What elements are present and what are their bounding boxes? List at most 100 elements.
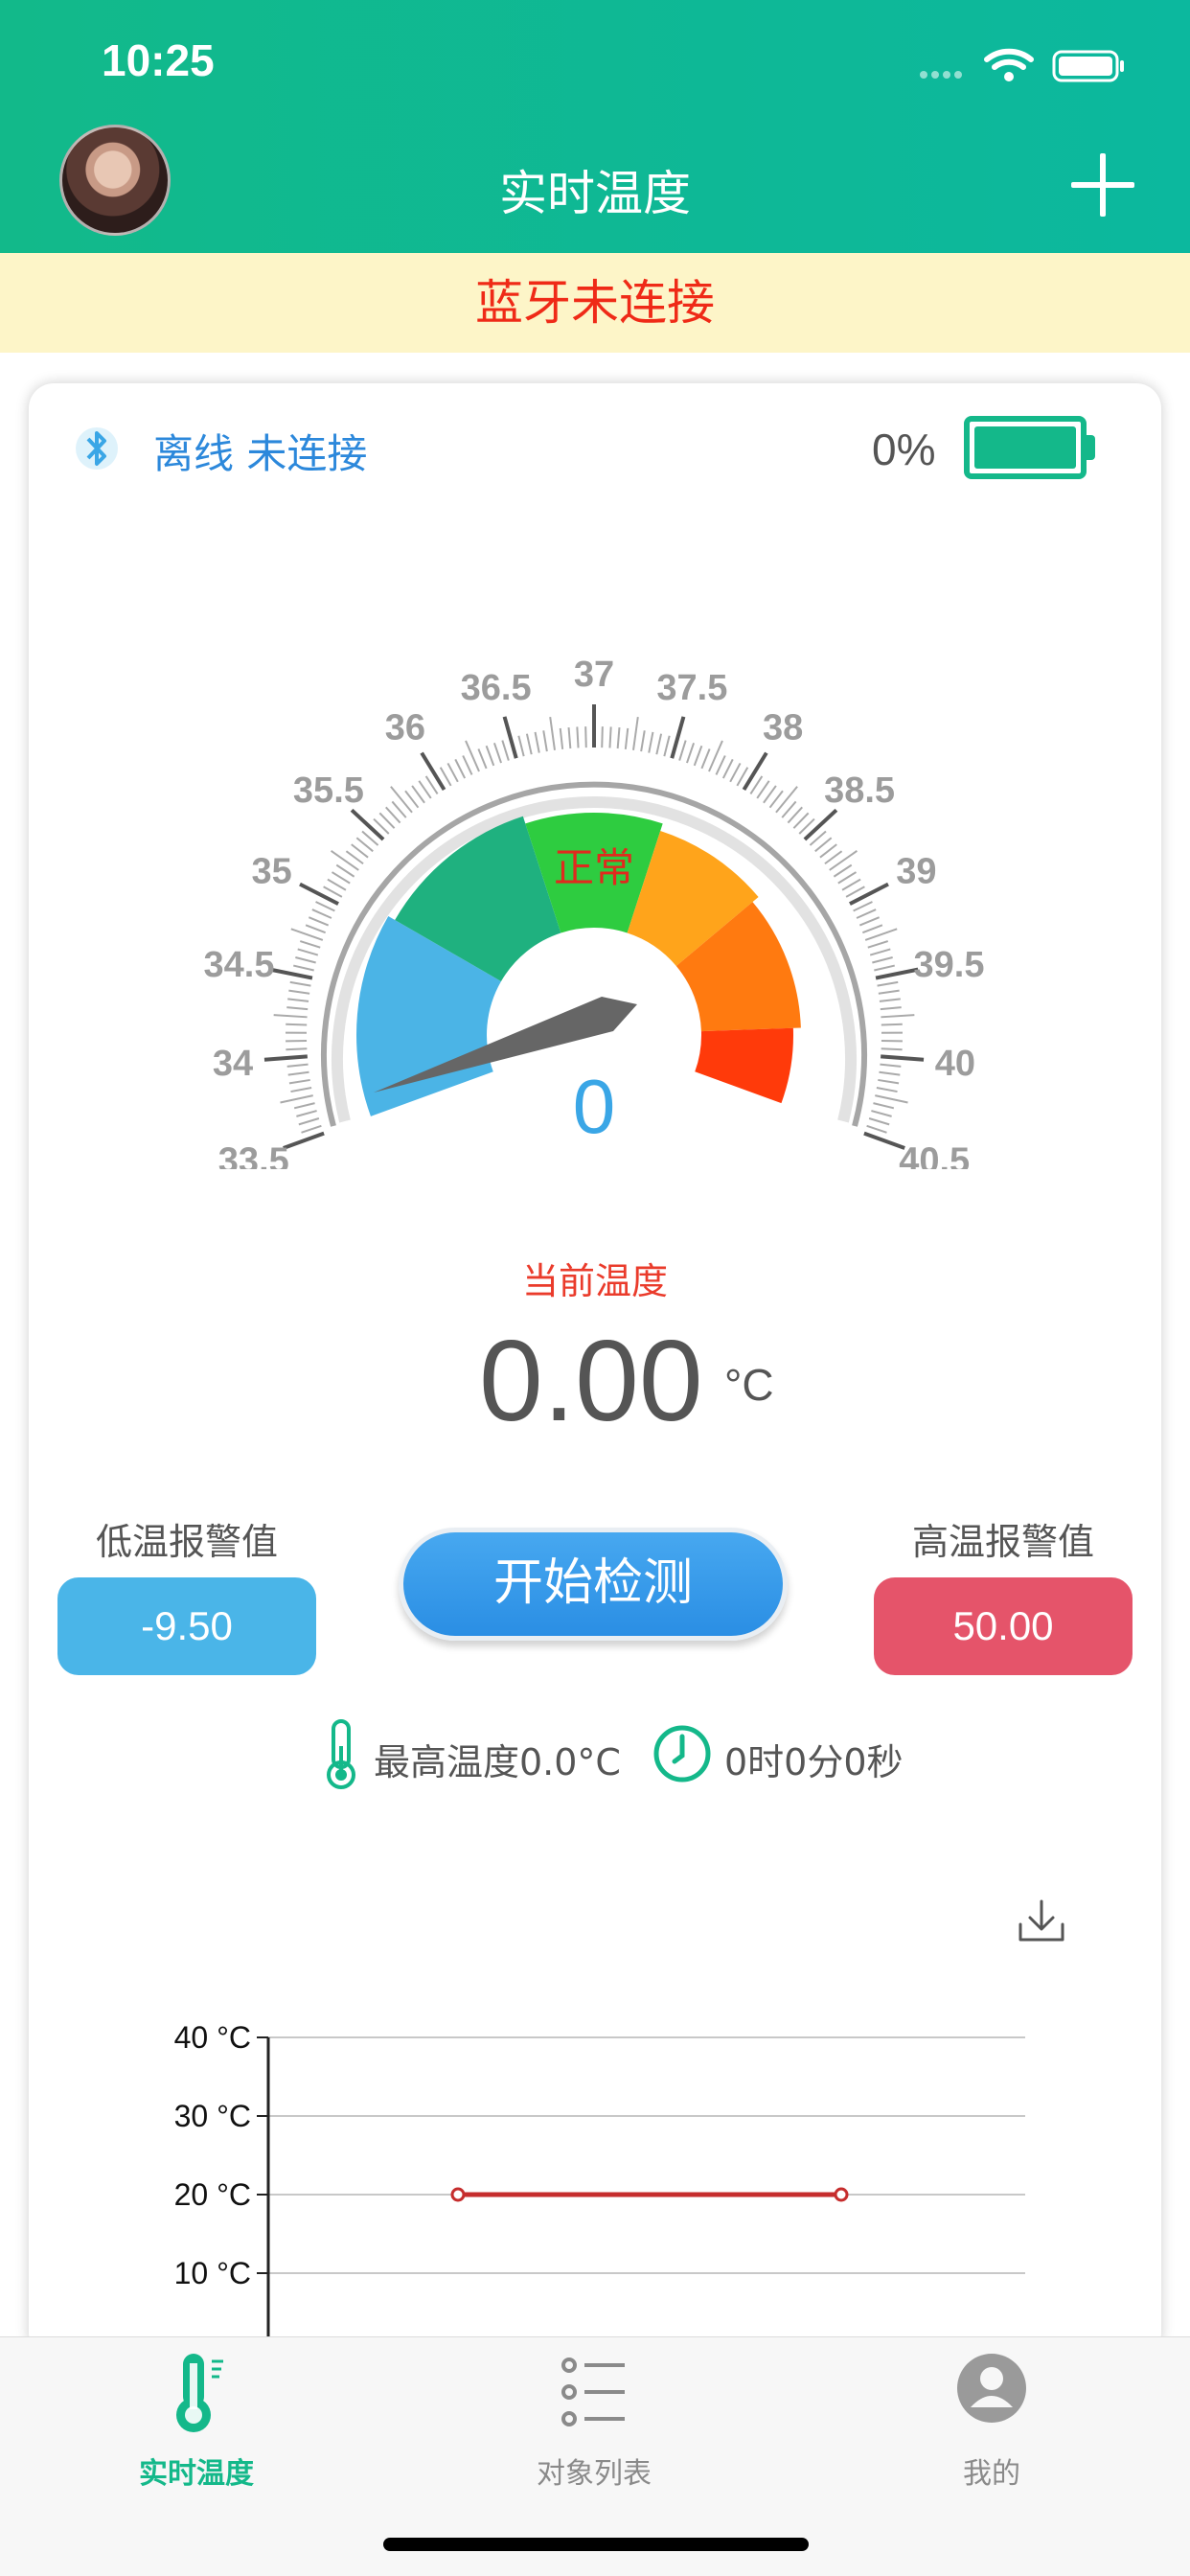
gauge-minor-tick — [879, 1070, 901, 1076]
gauge-minor-tick — [525, 733, 533, 755]
gauge-minor-tick — [824, 850, 843, 865]
tab-label: 对象列表 — [537, 2457, 652, 2491]
gauge-minor-tick — [868, 1117, 890, 1126]
gauge-minor-tick — [286, 1023, 308, 1026]
gauge-minor-tick — [331, 871, 351, 885]
max-temp-text: 最高温度0.0°C — [374, 1741, 621, 1783]
gauge-minor-tick — [693, 745, 703, 767]
gauge-minor-tick — [287, 998, 309, 1002]
gauge-minor-tick — [601, 726, 604, 748]
gauge-minor-tick — [273, 1014, 308, 1019]
gauge-minor-tick — [880, 1063, 902, 1068]
gauge-minor-tick — [576, 726, 580, 748]
gauge-label: 34.5 — [204, 945, 275, 985]
gauge-minor-tick — [881, 1047, 903, 1051]
gauge-minor-tick — [858, 916, 881, 927]
gauge-state-text: 正常 — [554, 844, 634, 891]
gauge-label: 37.5 — [656, 668, 727, 708]
gauge-minor-tick — [877, 980, 899, 987]
gauge-minor-tick — [549, 717, 556, 750]
gauge-major-tick — [875, 967, 919, 980]
chart-point — [450, 2187, 466, 2202]
tab-realtime-temp[interactable]: 实时温度 — [53, 2350, 340, 2494]
gauge-minor-tick — [345, 850, 364, 865]
gauge-minor-tick — [293, 964, 314, 972]
gauge-minor-tick — [686, 742, 696, 764]
gauge-minor-tick — [290, 1087, 312, 1093]
gauge-label: 38 — [763, 707, 803, 748]
gauge-minor-tick — [280, 1094, 313, 1104]
elapsed-time-text: 0时0分0秒 — [724, 1741, 904, 1783]
gauge-minor-tick — [829, 850, 858, 871]
gauge-minor-tick — [878, 1078, 900, 1085]
high-alarm-value[interactable]: 50.00 — [874, 1577, 1133, 1675]
gauge-minor-tick — [390, 786, 413, 814]
gauge-minor-tick — [462, 755, 473, 775]
gauge-label: 35.5 — [293, 770, 364, 811]
gauge-minor-tick — [311, 908, 332, 919]
gauge-minor-tick — [446, 762, 459, 783]
gauge-minor-tick — [517, 735, 525, 757]
profile-icon — [957, 2354, 1026, 2423]
gauge-label: 38.5 — [824, 770, 895, 811]
gauge-minor-tick — [542, 730, 548, 752]
gauge-minor-tick — [648, 731, 654, 753]
add-button[interactable] — [1071, 153, 1134, 217]
gauge-label: 35 — [251, 852, 291, 892]
tab-label: 我的 — [963, 2457, 1020, 2491]
gauge-minor-tick — [315, 901, 335, 912]
gauge-minor-tick — [879, 998, 901, 1002]
list-icon — [561, 2358, 625, 2426]
gauge-minor-tick — [837, 871, 858, 885]
gauge-major-tick — [269, 967, 313, 980]
gauge-minor-tick — [861, 924, 883, 934]
gauge-minor-tick — [501, 740, 510, 761]
download-icon[interactable] — [1016, 1898, 1067, 1945]
bluetooth-status-banner: 蓝牙未连接 — [0, 253, 1190, 353]
gauge-major-tick — [742, 751, 768, 792]
gauge-minor-tick — [881, 1014, 915, 1019]
gauge-minor-tick — [492, 742, 502, 764]
gauge-minor-tick — [871, 1110, 892, 1117]
current-temp-value: 0.00 — [479, 1317, 703, 1445]
status-time: 10:25 — [102, 35, 215, 85]
gauge-minor-tick — [880, 1006, 902, 1011]
gauge-minor-tick — [867, 940, 889, 949]
gauge-minor-tick — [308, 916, 330, 927]
gauge-minor-tick — [295, 956, 316, 964]
gauge-minor-tick — [297, 948, 319, 956]
chart-y-tick-label: 40 °C — [174, 2020, 251, 2055]
gauge-minor-tick — [655, 733, 663, 755]
chart-y-tick-label: 30 °C — [174, 2099, 251, 2133]
gauge-label: 33.5 — [218, 1140, 289, 1169]
gauge-label: 40.5 — [899, 1140, 970, 1169]
gauge-minor-tick — [768, 790, 784, 809]
gauge-minor-tick — [700, 748, 711, 770]
gauge-minor-tick — [485, 745, 495, 767]
gauge-minor-tick — [289, 980, 311, 987]
gauge-major-tick — [263, 1054, 308, 1062]
battery-percent: 0% — [872, 425, 936, 474]
thermometer-icon — [327, 1719, 355, 1789]
gauge-minor-tick — [856, 908, 877, 919]
gauge-minor-tick — [875, 1094, 908, 1104]
gauge-label: 40 — [935, 1044, 975, 1084]
chart-y-tick-label: 20 °C — [174, 2177, 251, 2212]
gauge-minor-tick — [454, 758, 467, 779]
gauge-major-tick — [849, 882, 889, 906]
gauge-minor-tick — [286, 1063, 309, 1068]
clock-icon — [653, 1725, 711, 1782]
low-alarm-value[interactable]: -9.50 — [57, 1577, 316, 1675]
tab-mine[interactable]: 我的 — [848, 2350, 1135, 2494]
gauge-minor-tick — [288, 1078, 310, 1085]
battery-icon — [964, 416, 1087, 479]
gauge-minor-tick — [756, 780, 770, 799]
thermometer-tab-icon — [176, 2354, 223, 2432]
current-temp-label: 当前温度 — [521, 1260, 668, 1302]
gauge-minor-tick — [584, 726, 587, 748]
tab-object-list[interactable]: 对象列表 — [450, 2350, 738, 2494]
gauge-minor-tick — [876, 1087, 898, 1093]
gauge-minor-tick — [351, 843, 369, 859]
gauge-minor-tick — [293, 1102, 315, 1110]
start-detection-button[interactable]: 开始检测 — [399, 1528, 788, 1641]
